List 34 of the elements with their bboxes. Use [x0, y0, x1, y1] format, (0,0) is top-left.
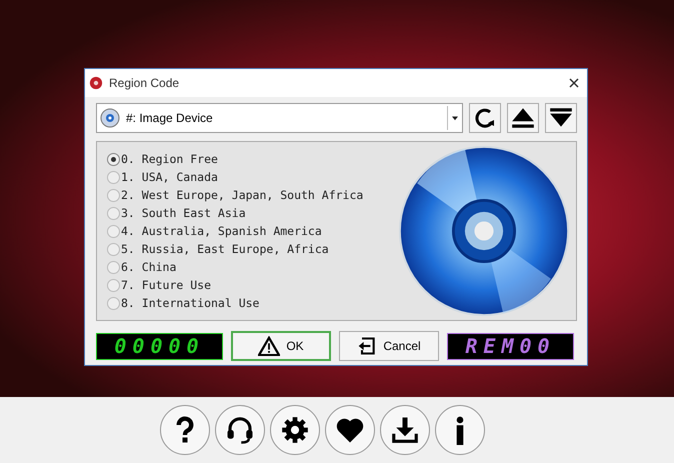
lcd-display: 00000	[96, 332, 223, 360]
window-title: Region Code	[109, 76, 180, 90]
region-radio[interactable]: 0. Region Free	[107, 150, 364, 168]
cancel-button[interactable]: Cancel	[339, 331, 439, 361]
eject-button[interactable]	[507, 103, 539, 133]
headset-icon	[224, 415, 254, 445]
caret-icon	[452, 115, 458, 121]
region-radio[interactable]: 5. Russia, East Europe, Africa	[107, 240, 364, 258]
region-radio[interactable]: 2. West Europe, Japan, South Africa	[107, 186, 364, 204]
region-radio[interactable]: 1. USA, Canada	[107, 168, 364, 186]
support-button[interactable]	[214, 405, 264, 455]
lcd-display: REM00	[447, 332, 574, 360]
region-radio[interactable]: 6. China	[107, 258, 364, 276]
region-radio[interactable]: 4. Australia, Spanish America	[107, 222, 364, 240]
warning-icon	[258, 336, 280, 356]
refresh-button[interactable]	[469, 103, 501, 133]
download-icon	[390, 415, 420, 445]
back-arrow-icon	[357, 336, 378, 356]
disc-icon	[100, 108, 120, 128]
load-button[interactable]	[545, 103, 577, 133]
region-radio[interactable]: 7. Future Use	[107, 276, 364, 294]
info-button[interactable]	[434, 405, 484, 455]
info-icon	[456, 416, 464, 444]
settings-button[interactable]	[270, 405, 320, 455]
favorite-button[interactable]	[324, 405, 374, 455]
ok-button[interactable]: OK	[231, 331, 331, 361]
download-button[interactable]	[380, 405, 430, 455]
help-button[interactable]	[160, 405, 210, 455]
gear-icon	[280, 416, 308, 444]
region-radio[interactable]: 3. South East Asia	[107, 204, 364, 222]
close-icon[interactable]	[569, 78, 579, 88]
device-dropdown[interactable]: #: Image Device	[96, 103, 463, 133]
region-radio[interactable]: 8. International Use	[107, 294, 364, 312]
disc-icon	[89, 76, 103, 90]
